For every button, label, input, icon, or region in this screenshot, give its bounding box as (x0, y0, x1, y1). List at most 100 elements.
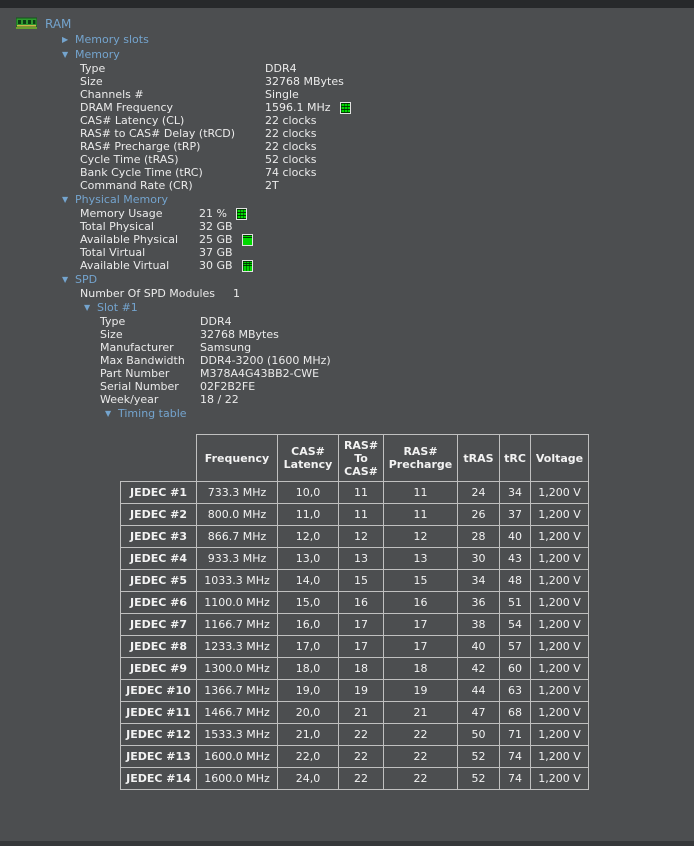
info-row: TypeDDR4 (0, 62, 694, 75)
tree-item-timing-table[interactable]: ▼ Timing table (0, 406, 694, 421)
info-value: 22 clocks (265, 114, 316, 127)
timing-cell: 52 (458, 768, 500, 790)
info-value: 02F2B2FE (200, 380, 255, 393)
timing-cell: 22,0 (278, 746, 339, 768)
timing-row: JEDEC #121533.3 MHz21,0222250711,200 V (121, 724, 589, 746)
info-value: 32768 MBytes (200, 328, 279, 341)
tree-item-memory[interactable]: ▼ Memory (0, 47, 694, 62)
timing-cell: 12 (339, 526, 384, 548)
timing-cell: 57 (500, 636, 531, 658)
info-label: Serial Number (100, 380, 200, 393)
timing-row-label: JEDEC #12 (121, 724, 197, 746)
timing-cell: 54 (500, 614, 531, 636)
info-label: Available Virtual (80, 259, 199, 272)
info-label: Number Of SPD Modules (80, 287, 233, 300)
timing-row-label: JEDEC #1 (121, 482, 197, 504)
timing-cell: 1600.0 MHz (197, 768, 278, 790)
info-row: TypeDDR4 (0, 315, 694, 328)
timing-cell: 40 (458, 636, 500, 658)
timing-cell: 866.7 MHz (197, 526, 278, 548)
chevron-down-icon: ▼ (105, 406, 118, 421)
tree-item-spd[interactable]: ▼ SPD (0, 272, 694, 287)
tree-item-slot1[interactable]: ▼ Slot #1 (0, 300, 694, 315)
timing-cell: 1,200 V (531, 658, 589, 680)
info-label: DRAM Frequency (80, 101, 265, 114)
timing-row: JEDEC #1733.3 MHz10,0111124341,200 V (121, 482, 589, 504)
chevron-down-icon: ▼ (62, 272, 75, 287)
info-row: Size32768 MBytes (0, 328, 694, 341)
timing-cell: 52 (458, 746, 500, 768)
timing-row: JEDEC #81233.3 MHz17,0171740571,200 V (121, 636, 589, 658)
timing-cell: 16 (339, 592, 384, 614)
timing-cell: 19,0 (278, 680, 339, 702)
timing-row-label: JEDEC #13 (121, 746, 197, 768)
timing-row: JEDEC #61100.0 MHz15,0161636511,200 V (121, 592, 589, 614)
timing-row: JEDEC #131600.0 MHz22,0222252741,200 V (121, 746, 589, 768)
info-label: Type (100, 315, 200, 328)
info-value: DDR4 (265, 62, 297, 75)
timing-header-spacer (121, 435, 197, 482)
timing-row-label: JEDEC #5 (121, 570, 197, 592)
info-row: Memory Usage21 % (0, 207, 694, 220)
tree-item-physical-memory[interactable]: ▼ Physical Memory (0, 192, 694, 207)
info-value: M378A4G43BB2-CWE (200, 367, 319, 380)
timing-cell: 20,0 (278, 702, 339, 724)
timing-row-label: JEDEC #9 (121, 658, 197, 680)
info-value: 32768 MBytes (265, 75, 344, 88)
chevron-right-icon: ▶ (62, 32, 75, 47)
timing-cell: 22 (339, 768, 384, 790)
timing-cell: 17 (339, 614, 384, 636)
timing-cell: 17 (384, 614, 458, 636)
info-value: 1596.1 MHz (265, 101, 331, 114)
timing-row-label: JEDEC #10 (121, 680, 197, 702)
timing-cell: 68 (500, 702, 531, 724)
timing-cell: 42 (458, 658, 500, 680)
timing-cell: 51 (500, 592, 531, 614)
timing-cell: 26 (458, 504, 500, 526)
info-label: Week/year (100, 393, 200, 406)
timing-cell: 1466.7 MHz (197, 702, 278, 724)
timing-cell: 13 (339, 548, 384, 570)
chevron-down-icon: ▼ (62, 47, 75, 62)
info-value: Samsung (200, 341, 251, 354)
timing-cell: 11 (339, 504, 384, 526)
timing-header-cell: tRC (500, 435, 531, 482)
chevron-down-icon: ▼ (84, 300, 97, 315)
usage-graph-icon[interactable] (242, 260, 253, 272)
info-row: Available Physical25 GB (0, 233, 694, 246)
timing-row-label: JEDEC #11 (121, 702, 197, 724)
timing-row: JEDEC #4933.3 MHz13,0131330431,200 V (121, 548, 589, 570)
timing-cell: 40 (500, 526, 531, 548)
timing-cell: 21 (339, 702, 384, 724)
timing-cell: 21,0 (278, 724, 339, 746)
tree-item-memory-slots[interactable]: ▶ Memory slots (0, 32, 694, 47)
info-value: 32 GB (199, 220, 233, 233)
physical-memory-section: Memory Usage21 %Total Physical32 GBAvail… (0, 207, 694, 272)
info-label: Cycle Time (tRAS) (80, 153, 265, 166)
timing-header-cell: RAS# To CAS# (339, 435, 384, 482)
info-value: 18 / 22 (200, 393, 239, 406)
usage-graph-icon[interactable] (236, 208, 247, 220)
info-label: Total Virtual (80, 246, 199, 259)
timing-row-label: JEDEC #4 (121, 548, 197, 570)
top-edge-strip (0, 0, 694, 8)
timing-cell: 1,200 V (531, 592, 589, 614)
spd-modules-row: Number Of SPD Modules 1 (0, 287, 694, 300)
info-label: Command Rate (CR) (80, 179, 265, 192)
timing-cell: 14,0 (278, 570, 339, 592)
timing-cell: 15,0 (278, 592, 339, 614)
info-value: DDR4-3200 (1600 MHz) (200, 354, 331, 367)
timing-cell: 1366.7 MHz (197, 680, 278, 702)
info-value: 21 % (199, 207, 227, 220)
usage-graph-icon[interactable] (242, 234, 253, 246)
timing-cell: 34 (500, 482, 531, 504)
info-row: Channels #Single (0, 88, 694, 101)
timing-cell: 1033.3 MHz (197, 570, 278, 592)
usage-graph-icon[interactable] (340, 102, 351, 114)
timing-cell: 22 (384, 724, 458, 746)
info-row: Available Virtual30 GB (0, 259, 694, 272)
timing-cell: 15 (384, 570, 458, 592)
timing-row-label: JEDEC #2 (121, 504, 197, 526)
timing-cell: 34 (458, 570, 500, 592)
timing-cell: 1,200 V (531, 548, 589, 570)
